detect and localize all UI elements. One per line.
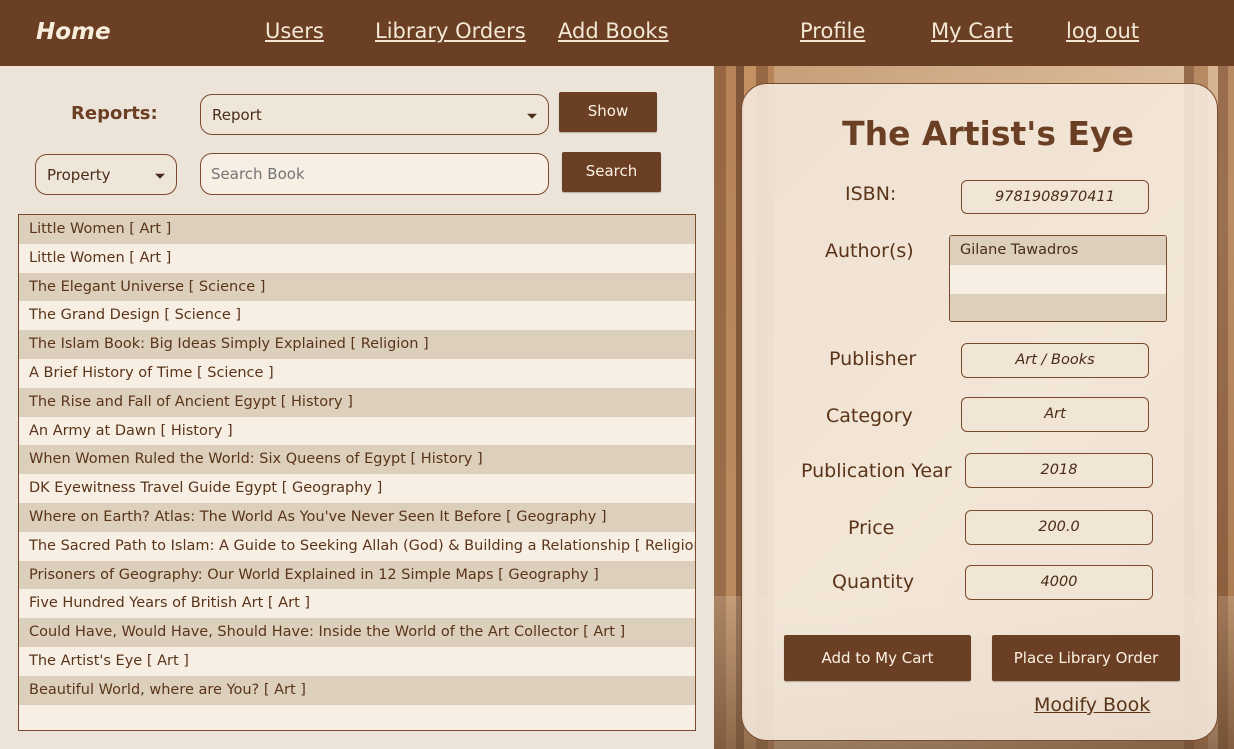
- show-button[interactable]: Show: [559, 92, 657, 132]
- list-item[interactable]: Little Women [ Art ]: [19, 244, 695, 273]
- category-label: Category: [826, 405, 913, 427]
- property-select[interactable]: Property: [35, 154, 177, 195]
- list-item[interactable]: Little Women [ Art ]: [19, 215, 695, 244]
- list-item[interactable]: The Sacred Path to Islam: A Guide to See…: [19, 532, 695, 561]
- chevron-down-icon: [527, 113, 537, 119]
- nav-users[interactable]: Users: [265, 19, 324, 43]
- list-item[interactable]: Where on Earth? Atlas: The World As You'…: [19, 502, 695, 532]
- list-item[interactable]: Prisoners of Geography: Our World Explai…: [19, 560, 695, 590]
- list-item[interactable]: Five Hundred Years of British Art [ Art …: [19, 589, 695, 618]
- author-item[interactable]: [950, 265, 1166, 294]
- place-library-order-button[interactable]: Place Library Order: [992, 635, 1180, 681]
- report-select[interactable]: Report: [200, 94, 549, 135]
- isbn-label: ISBN:: [845, 183, 897, 205]
- isbn-field[interactable]: 9781908970411: [961, 180, 1149, 214]
- reports-label: Reports:: [71, 103, 158, 124]
- search-input[interactable]: [200, 153, 549, 195]
- list-item[interactable]: The Artist's Eye [ Art ]: [19, 647, 695, 676]
- nav-library-orders[interactable]: Library Orders: [375, 19, 526, 43]
- search-button[interactable]: Search: [562, 152, 661, 192]
- modify-book-link[interactable]: Modify Book: [1034, 694, 1150, 716]
- author-item[interactable]: Gilane Tawadros: [950, 236, 1166, 265]
- list-item[interactable]: Could Have, Would Have, Should Have: Ins…: [19, 618, 695, 647]
- top-nav-bar: Home Users Library Orders Add Books Prof…: [0, 0, 1234, 66]
- quantity-field[interactable]: 4000: [965, 565, 1153, 600]
- book-title: The Artist's Eye: [842, 114, 1134, 153]
- nav-logout[interactable]: log out: [1066, 19, 1139, 43]
- book-list[interactable]: Little Women [ Art ] Little Women [ Art ]…: [18, 214, 696, 731]
- list-item[interactable]: When Women Ruled the World: Six Queens o…: [19, 445, 695, 475]
- publication-year-label: Publication Year: [801, 460, 952, 482]
- price-label: Price: [848, 517, 895, 539]
- list-item[interactable]: The Grand Design [ Science ]: [19, 301, 695, 330]
- publisher-field[interactable]: Art / Books: [961, 343, 1149, 378]
- report-select-value: Report: [212, 105, 262, 124]
- nav-add-books[interactable]: Add Books: [558, 19, 669, 43]
- list-item[interactable]: A Brief History of Time [ Science ]: [19, 359, 695, 388]
- list-item[interactable]: The Rise and Fall of Ancient Egypt [ His…: [19, 387, 695, 417]
- list-item[interactable]: Beautiful World, where are You? [ Art ]: [19, 675, 695, 705]
- add-to-cart-button[interactable]: Add to My Cart: [784, 635, 971, 681]
- nav-home[interactable]: Home: [36, 19, 111, 45]
- authors-label: Author(s): [825, 240, 914, 262]
- publisher-label: Publisher: [829, 348, 917, 370]
- publication-year-field[interactable]: 2018: [965, 453, 1153, 488]
- list-item[interactable]: The Islam Book: Big Ideas Simply Explain…: [19, 330, 695, 359]
- chevron-down-icon: [155, 173, 165, 179]
- category-field[interactable]: Art: [961, 397, 1149, 432]
- list-item[interactable]: The Elegant Universe [ Science ]: [19, 272, 695, 302]
- authors-list[interactable]: Gilane Tawadros: [949, 235, 1167, 322]
- property-select-value: Property: [47, 165, 111, 184]
- quantity-label: Quantity: [832, 571, 915, 593]
- price-field[interactable]: 200.0: [965, 510, 1153, 545]
- nav-profile[interactable]: Profile: [800, 19, 865, 43]
- nav-my-cart[interactable]: My Cart: [931, 19, 1013, 43]
- list-item[interactable]: An Army at Dawn [ History ]: [19, 417, 695, 446]
- list-item[interactable]: DK Eyewitness Travel Guide Egypt [ Geogr…: [19, 474, 695, 503]
- author-item[interactable]: [950, 294, 1166, 321]
